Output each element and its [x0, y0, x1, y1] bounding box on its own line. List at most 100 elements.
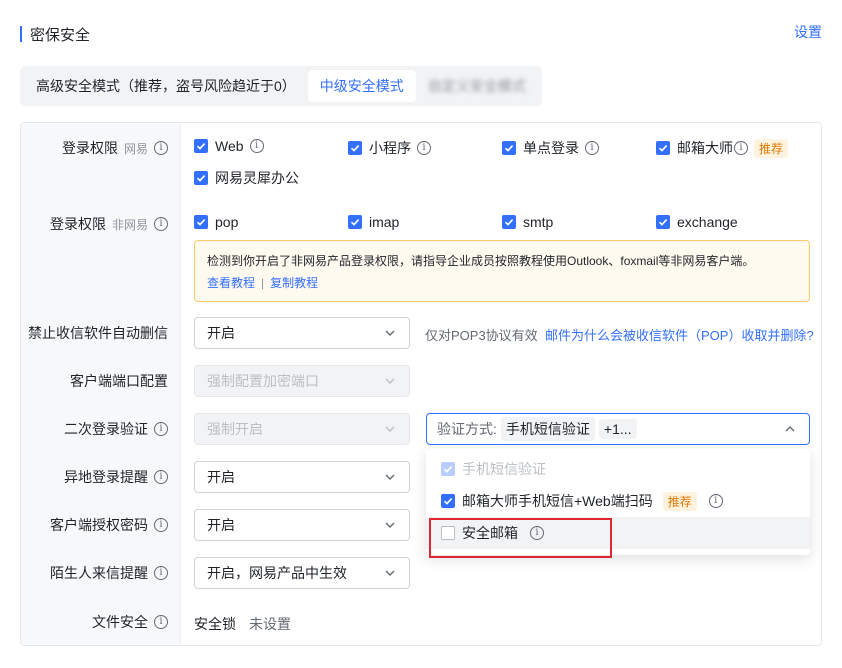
recommend-badge: 推荐	[662, 491, 697, 511]
client-notice: 检测到你开启了非网易产品登录权限，请指导企业成员按照教程使用Outlook、fo…	[194, 240, 810, 302]
checkbox-checked-icon	[502, 215, 516, 229]
label-text: 文件安全	[92, 614, 148, 630]
label-column: 登录权限 网易 i 登录权限 非网易 i 禁止收信软件自动删信 客户端端口配置 …	[21, 123, 181, 645]
option-label: 邮箱大师手机短信+Web端扫码	[462, 493, 653, 509]
checkbox-web[interactable]: Web i	[194, 138, 264, 154]
method-prefix: 验证方式:	[437, 421, 497, 437]
label-pop-delete: 禁止收信软件自动删信	[28, 322, 168, 344]
checkbox-checked-icon	[441, 462, 455, 476]
stranger-mail-select[interactable]: 开启，网易产品中生效	[194, 557, 410, 589]
tab-intermediate-mode[interactable]: 中级安全模式	[307, 70, 416, 102]
label-text: 客户端授权密码	[50, 517, 148, 533]
label-text: 二次登录验证	[64, 421, 148, 437]
section-title: 密保安全	[20, 24, 90, 44]
checkbox-checked-icon	[348, 141, 362, 155]
option-mail-master-sms-web[interactable]: 邮箱大师手机短信+Web端扫码 推荐 i	[426, 485, 810, 517]
remote-login-select[interactable]: 开启	[194, 461, 410, 493]
settings-link[interactable]: 设置	[794, 22, 822, 42]
chevron-down-icon	[385, 522, 395, 528]
checkbox-lingxi-office[interactable]: 网易灵犀办公	[194, 168, 299, 188]
chevron-down-icon	[385, 570, 395, 576]
chevron-down-icon	[385, 378, 395, 384]
info-icon[interactable]: i	[708, 494, 723, 508]
label-sub: 非网易	[111, 217, 148, 232]
select-value: 开启，网易产品中生效	[207, 565, 347, 581]
checkbox-checked-icon	[656, 215, 670, 229]
label-file-security: 文件安全 i	[92, 611, 168, 633]
checkbox-exchange[interactable]: exchange	[656, 214, 738, 230]
pop-delete-help-link[interactable]: 邮件为什么会被收信软件（POP）收取并删除?	[545, 325, 814, 344]
security-lock-label: 安全锁	[194, 616, 236, 632]
info-icon[interactable]: i	[154, 422, 168, 436]
checkbox-checked-icon	[194, 215, 208, 229]
label-text: 客户端端口配置	[70, 373, 168, 389]
verify-method-multiselect[interactable]: 验证方式: 手机短信验证 +1...	[426, 413, 810, 445]
select-value: 开启	[207, 325, 235, 341]
link-separator: |	[261, 276, 265, 290]
label-text: 异地登录提醒	[64, 469, 148, 485]
info-icon[interactable]: i	[734, 141, 748, 155]
security-lock-status: 未设置	[249, 616, 291, 632]
info-icon[interactable]: i	[154, 470, 168, 484]
chevron-down-icon	[385, 330, 395, 336]
pop-delete-select[interactable]: 开启	[194, 317, 410, 349]
chevron-down-icon	[385, 426, 395, 432]
label-text: 陌生人来信提醒	[50, 565, 148, 581]
checkbox-imap[interactable]: imap	[348, 214, 399, 230]
label-text: 登录权限	[49, 216, 106, 232]
label-remote-login: 异地登录提醒 i	[64, 466, 168, 488]
client-password-select[interactable]: 开启	[194, 509, 410, 541]
label-stranger-mail: 陌生人来信提醒 i	[50, 562, 168, 584]
checkbox-checked-icon	[194, 139, 208, 153]
selected-method-chip: 手机短信验证	[500, 417, 595, 441]
annotation-highlight-box	[429, 518, 612, 558]
view-tutorial-link[interactable]: 查看教程	[207, 276, 255, 290]
checkbox-checked-icon	[502, 141, 516, 155]
info-icon[interactable]: i	[154, 217, 168, 231]
more-methods-chip: +1...	[598, 419, 637, 439]
info-icon[interactable]: i	[249, 139, 264, 153]
security-mode-tabs: 高级安全模式（推荐，盗号风险趋近于0） 中级安全模式 自定义安全模式	[20, 66, 542, 106]
select-value: 开启	[207, 469, 235, 485]
label-second-verify: 二次登录验证 i	[64, 418, 168, 440]
checkbox-pop[interactable]: pop	[194, 214, 238, 230]
chevron-down-icon	[385, 474, 395, 480]
copy-tutorial-link[interactable]: 复制教程	[270, 276, 318, 290]
chevron-up-icon	[785, 426, 795, 432]
info-icon[interactable]: i	[154, 615, 168, 629]
checkbox-label: pop	[215, 214, 239, 230]
checkbox-label: 网易灵犀办公	[215, 170, 299, 186]
settings-panel: 登录权限 网易 i 登录权限 非网易 i 禁止收信软件自动删信 客户端端口配置 …	[20, 122, 822, 646]
checkbox-label: 小程序	[369, 140, 411, 156]
checkbox-label: exchange	[677, 214, 738, 230]
checkbox-checked-icon	[194, 171, 208, 185]
title-accent-bar	[20, 26, 22, 42]
tab-advanced-mode[interactable]: 高级安全模式（推荐，盗号风险趋近于0）	[24, 70, 308, 102]
label-text: 登录权限	[61, 140, 118, 156]
checkbox-label: imap	[369, 214, 400, 230]
label-text: 禁止收信软件自动删信	[28, 325, 168, 341]
checkbox-sso[interactable]: 单点登录 i	[502, 138, 599, 158]
checkbox-mail-master[interactable]: 邮箱大师 i 推荐	[656, 138, 789, 158]
checkbox-mini-program[interactable]: 小程序 i	[348, 138, 431, 158]
info-icon[interactable]: i	[154, 566, 168, 580]
checkbox-label: 单点登录	[523, 140, 579, 156]
pop3-hint: 仅对POP3协议有效	[425, 328, 538, 343]
client-port-select: 强制配置加密端口	[194, 365, 410, 397]
info-icon[interactable]: i	[417, 141, 431, 155]
recommend-badge: 推荐	[754, 138, 789, 158]
tab-custom-mode[interactable]: 自定义安全模式	[416, 70, 538, 102]
checkbox-label: smtp	[523, 214, 554, 230]
info-icon[interactable]: i	[154, 518, 168, 532]
notice-text: 检测到你开启了非网易产品登录权限，请指导企业成员按照教程使用Outlook、fo…	[207, 254, 755, 268]
info-icon[interactable]: i	[585, 141, 599, 155]
label-client-password: 客户端授权密码 i	[50, 514, 168, 536]
label-sub: 网易	[123, 141, 148, 156]
notice-links: 查看教程 | 复制教程	[207, 272, 797, 294]
select-value: 强制配置加密端口	[207, 373, 319, 389]
select-value: 强制开启	[207, 421, 263, 437]
checkbox-smtp[interactable]: smtp	[502, 214, 553, 230]
label-client-port: 客户端端口配置	[70, 370, 168, 392]
info-icon[interactable]: i	[154, 141, 168, 155]
label-login-netease: 登录权限 网易 i	[62, 137, 168, 159]
